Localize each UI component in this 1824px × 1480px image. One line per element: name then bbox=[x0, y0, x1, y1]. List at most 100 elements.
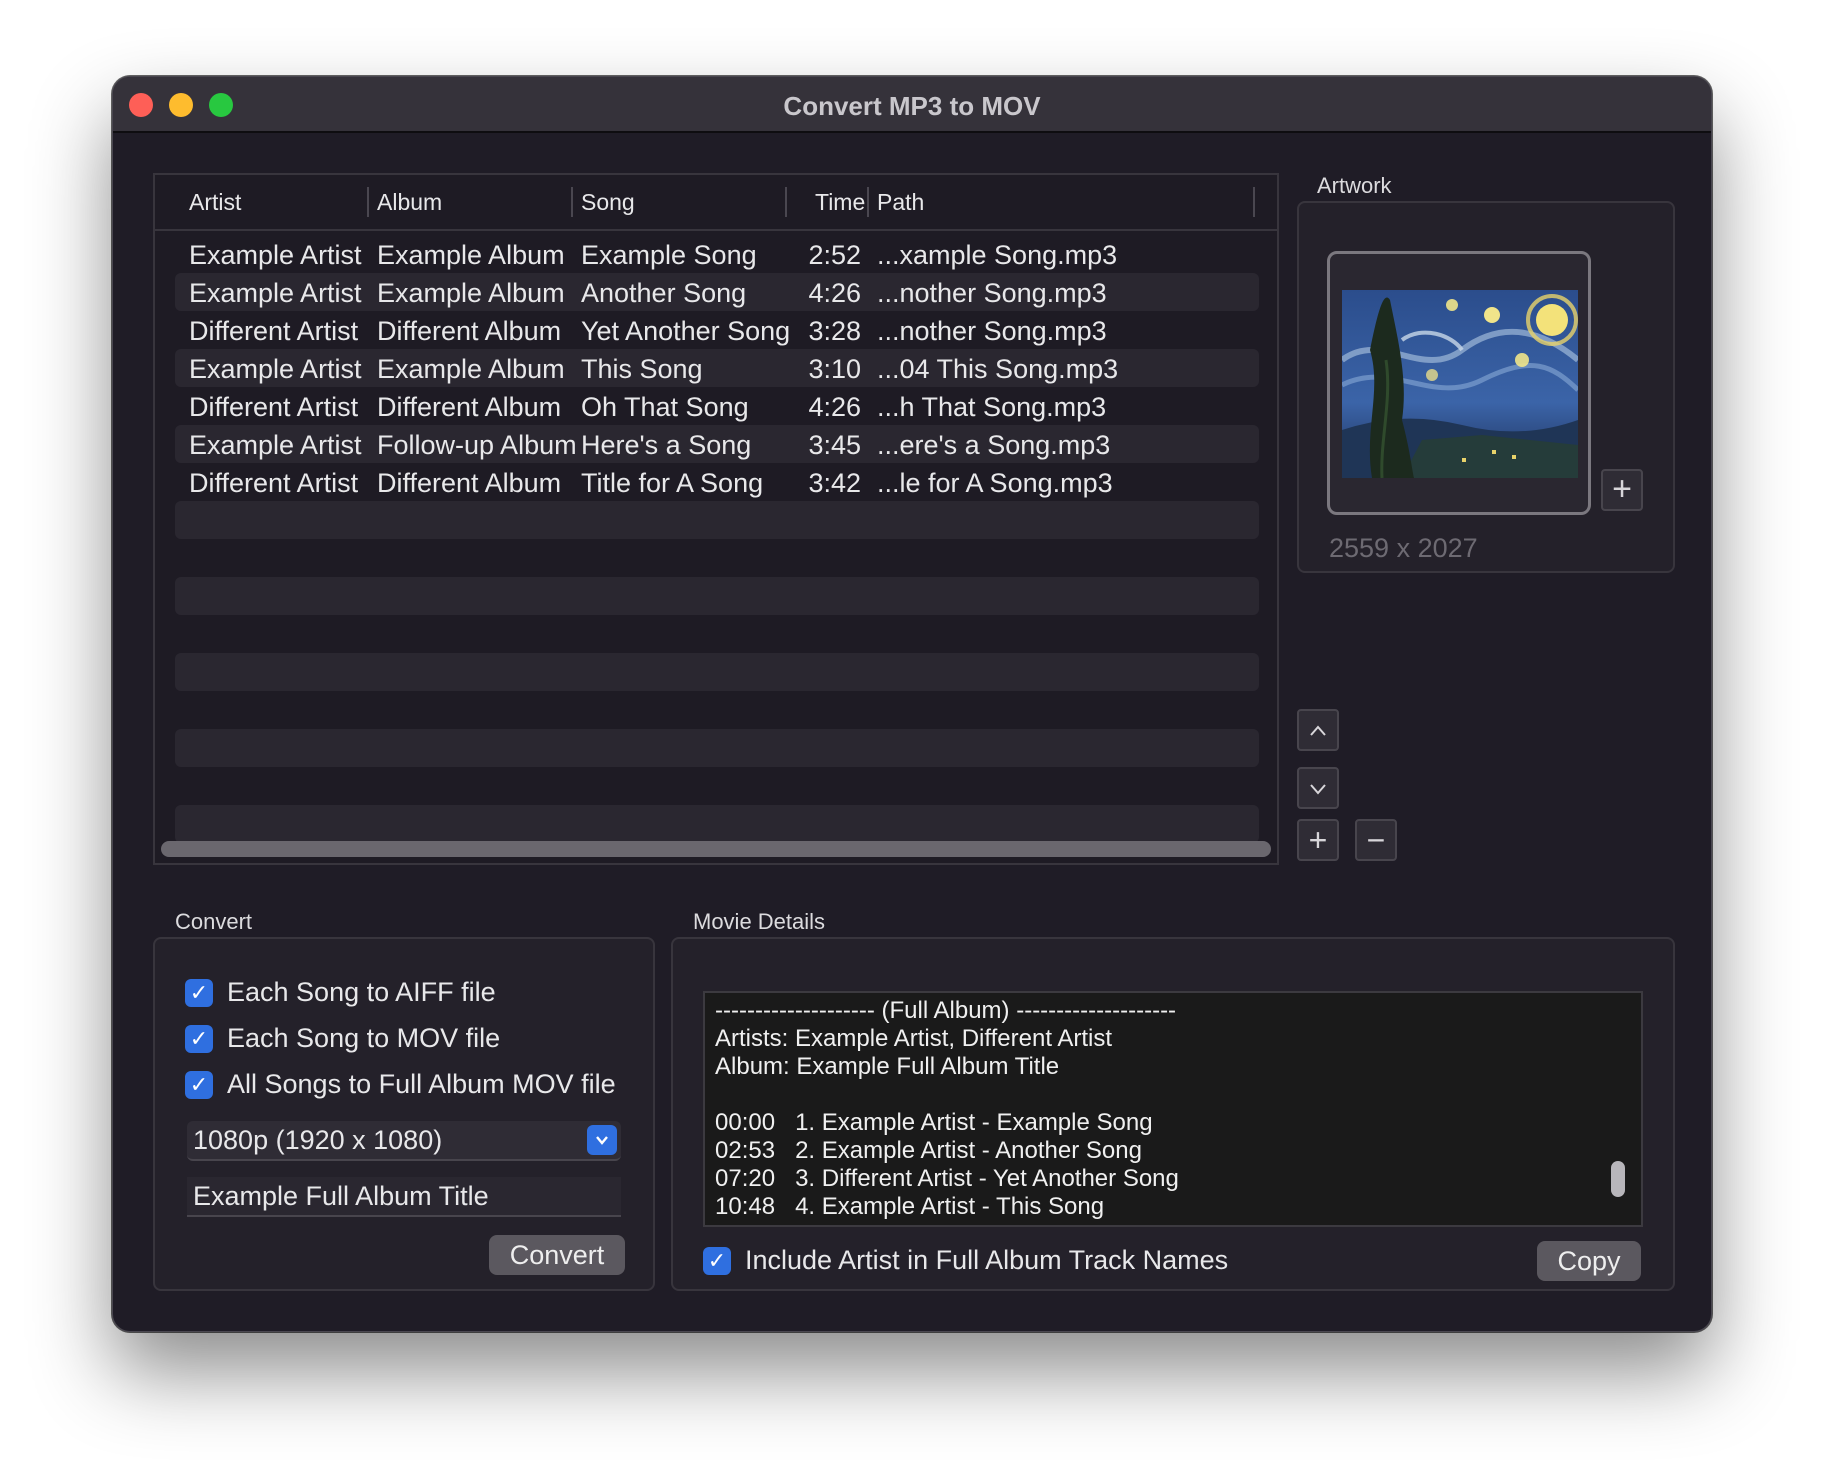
cell-time: 3:10 bbox=[808, 354, 861, 384]
cell-artist: Example Artist bbox=[189, 354, 362, 384]
album-title-field[interactable]: Example Full Album Title bbox=[187, 1177, 621, 1217]
cell-album: Different Album bbox=[377, 316, 562, 346]
cell-album: Example Album bbox=[377, 354, 565, 384]
cell-song: Another Song bbox=[581, 278, 747, 308]
convert-group: ✓ Each Song to AIFF file ✓ Each Song to … bbox=[153, 937, 655, 1291]
convert-label: Convert bbox=[175, 909, 253, 934]
table-row[interactable]: Different Artist Different Album Title for… bbox=[175, 463, 1259, 501]
cell-path: ...nother Song.mp3 bbox=[877, 278, 1107, 308]
cell-path: ...h That Song.mp3 bbox=[877, 392, 1107, 422]
resolution-value: 1080p (1920 x 1080) bbox=[193, 1125, 443, 1155]
table-header: Artist Album Song Time Path bbox=[155, 175, 1277, 231]
details-line: 02:53 2. Example Artist - Another Song bbox=[715, 1137, 1142, 1164]
cell-artist: Different Artist bbox=[189, 392, 359, 422]
window-title: Convert MP3 to MOV bbox=[783, 91, 1041, 121]
cell-album: Different Album bbox=[377, 392, 562, 422]
resolution-select[interactable]: 1080p (1920 x 1080) bbox=[187, 1121, 621, 1161]
movie-details-text[interactable]: -------------------- (Full Album) ------… bbox=[703, 991, 1643, 1227]
plus-icon: + bbox=[1308, 822, 1328, 858]
convert-button[interactable]: Convert bbox=[489, 1235, 625, 1275]
cell-song: Title for A Song bbox=[581, 468, 764, 498]
cell-song: This Song bbox=[581, 354, 703, 384]
remove-song-button[interactable]: − bbox=[1355, 819, 1397, 861]
chevron-up-icon bbox=[1310, 725, 1326, 736]
cell-artist: Different Artist bbox=[189, 468, 359, 498]
table-row[interactable]: Different Artist Different Album Oh That S… bbox=[175, 387, 1259, 425]
plus-icon: + bbox=[1612, 470, 1632, 508]
cell-album: Different Album bbox=[377, 468, 562, 498]
column-divider[interactable] bbox=[867, 187, 869, 217]
cell-artist: Example Artist bbox=[189, 430, 362, 460]
table-row[interactable]: Example Artist Example Album This Song 3:10… bbox=[175, 349, 1259, 387]
cell-album: Follow-up Album bbox=[377, 430, 577, 460]
horizontal-scrollbar[interactable] bbox=[161, 841, 1271, 857]
empty-row bbox=[175, 805, 1259, 843]
column-header-artist[interactable]: Artist bbox=[189, 189, 241, 216]
cell-path: ...xample Song.mp3 bbox=[877, 240, 1118, 270]
cell-time: 2:52 bbox=[808, 240, 861, 270]
move-down-button[interactable] bbox=[1297, 767, 1339, 809]
column-divider[interactable] bbox=[367, 187, 369, 217]
include-artist-label: Include Artist in Full Album Track Names bbox=[745, 1245, 1229, 1275]
table-row[interactable]: Example Artist Example Album Another Song 4… bbox=[175, 273, 1259, 311]
mov-checkbox[interactable]: ✓ bbox=[185, 1025, 213, 1053]
cell-path: ...le for A Song.mp3 bbox=[877, 468, 1113, 498]
cell-time: 3:42 bbox=[808, 468, 861, 498]
table-row[interactable]: Different Artist Different Album Yet Anoth… bbox=[175, 311, 1259, 349]
movie-details-label: Movie Details bbox=[693, 909, 826, 934]
mov-option-label: Each Song to MOV file bbox=[227, 1023, 501, 1053]
empty-row bbox=[175, 729, 1259, 767]
cell-time: 4:26 bbox=[808, 278, 861, 308]
chevron-down-icon bbox=[1310, 784, 1326, 795]
include-artist-checkbox[interactable]: ✓ bbox=[703, 1247, 731, 1275]
artwork-dimensions: 2559 x 2027 bbox=[1329, 533, 1478, 563]
chevron-down-icon bbox=[587, 1125, 617, 1155]
empty-row bbox=[175, 501, 1259, 539]
artwork-group: 2559 x 2027 + bbox=[1297, 201, 1675, 573]
cell-song: Oh That Song bbox=[581, 392, 749, 422]
column-header-time[interactable]: Time bbox=[815, 189, 865, 216]
cell-time: 3:28 bbox=[808, 316, 861, 346]
app-window: Convert MP3 to MOV Artist Album Song Tim… bbox=[112, 76, 1712, 1332]
cell-artist: Example Artist bbox=[189, 240, 362, 270]
details-line: 00:00 1. Example Artist - Example Song bbox=[715, 1109, 1153, 1136]
column-divider[interactable] bbox=[571, 187, 573, 217]
table-body: Example Artist Example Album Example Song 2… bbox=[175, 235, 1259, 843]
cell-time: 3:45 bbox=[808, 430, 861, 460]
copy-button[interactable]: Copy bbox=[1537, 1241, 1641, 1281]
artwork-label: Artwork bbox=[1317, 173, 1392, 198]
cell-artist: Example Artist bbox=[189, 278, 362, 308]
full-album-checkbox[interactable]: ✓ bbox=[185, 1071, 213, 1099]
empty-row bbox=[175, 615, 1259, 653]
details-line: -------------------- (Full Album) ------… bbox=[715, 997, 1177, 1024]
songs-table[interactable]: Artist Album Song Time Path Example Arti… bbox=[153, 173, 1279, 865]
movie-details-group: -------------------- (Full Album) ------… bbox=[671, 937, 1675, 1291]
cell-song: Yet Another Song bbox=[581, 316, 791, 346]
column-divider[interactable] bbox=[1253, 187, 1255, 217]
artwork-image bbox=[1342, 290, 1578, 478]
cell-artist: Different Artist bbox=[189, 316, 359, 346]
add-song-button[interactable]: + bbox=[1297, 819, 1339, 861]
artwork-image-well[interactable] bbox=[1327, 251, 1591, 515]
cell-time: 4:26 bbox=[808, 392, 861, 422]
cell-song: Example Song bbox=[581, 240, 757, 270]
aiff-checkbox[interactable]: ✓ bbox=[185, 979, 213, 1007]
column-header-album[interactable]: Album bbox=[377, 189, 442, 216]
table-row[interactable]: Example Artist Follow-up Album Here's a So… bbox=[175, 425, 1259, 463]
cell-song: Here's a Song bbox=[581, 430, 752, 460]
column-header-path[interactable]: Path bbox=[877, 189, 924, 216]
vertical-scrollbar[interactable] bbox=[1611, 1161, 1625, 1197]
table-row[interactable]: Example Artist Example Album Example Song 2… bbox=[175, 235, 1259, 273]
album-title-value: Example Full Album Title bbox=[193, 1181, 489, 1211]
cell-path: ...nother Song.mp3 bbox=[877, 316, 1107, 346]
full-album-option-label: All Songs to Full Album MOV file bbox=[227, 1069, 616, 1099]
column-divider[interactable] bbox=[785, 187, 787, 217]
add-artwork-button[interactable]: + bbox=[1601, 469, 1643, 511]
cell-album: Example Album bbox=[377, 278, 565, 308]
move-up-button[interactable] bbox=[1297, 709, 1339, 751]
title-bar[interactable]: Convert MP3 to MOV bbox=[113, 77, 1711, 133]
details-line: 10:48 4. Example Artist - This Song bbox=[715, 1193, 1105, 1220]
details-line: Artists: Example Artist, Different Artis… bbox=[715, 1025, 1113, 1052]
column-header-song[interactable]: Song bbox=[581, 189, 635, 216]
details-line: 07:20 3. Different Artist - Yet Another … bbox=[715, 1165, 1179, 1192]
